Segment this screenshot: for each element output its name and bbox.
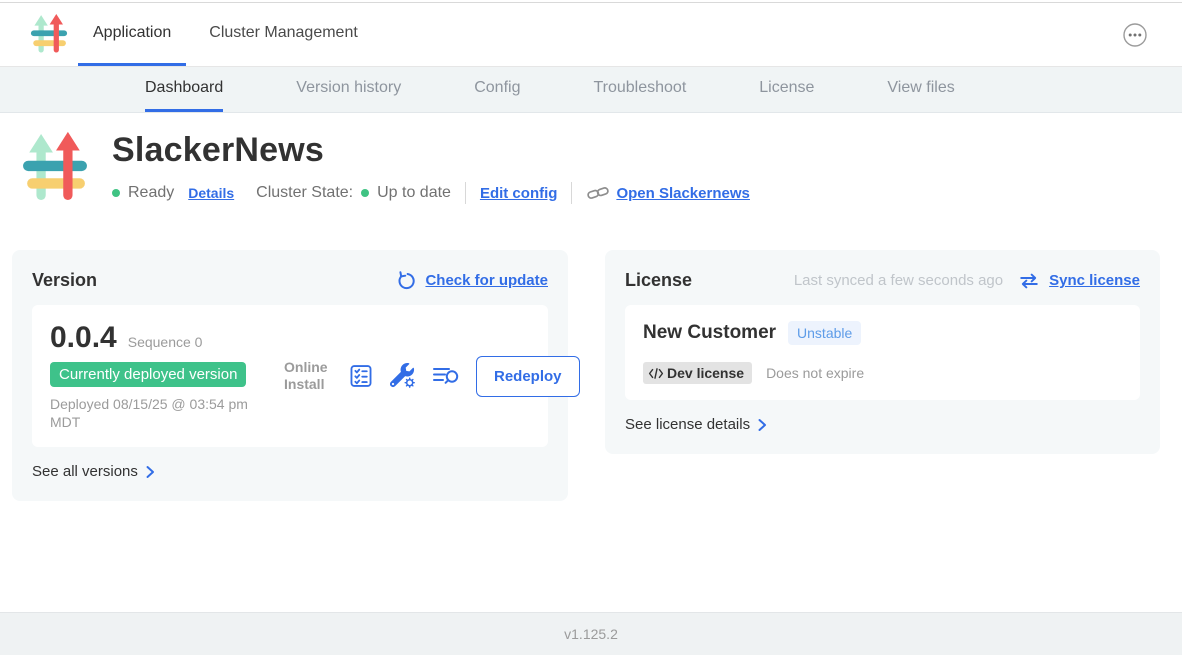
code-icon (648, 367, 664, 380)
see-all-versions-link[interactable]: See all versions (32, 463, 155, 480)
app-logo-icon (30, 14, 68, 56)
open-app-link[interactable]: Open Slackernews (586, 185, 749, 202)
subnav-version-history[interactable]: Version history (296, 67, 401, 112)
chevron-right-icon (145, 465, 155, 479)
masthead-spacer (373, 3, 1120, 66)
subnav-license-label: License (759, 79, 814, 97)
subnav-config[interactable]: Config (474, 67, 520, 112)
status-details-link[interactable]: Details (188, 185, 234, 201)
version-card: Version Check for update 0.0.4 Sequence … (12, 250, 568, 501)
app-status-dot (112, 189, 120, 197)
tab-application[interactable]: Application (78, 3, 186, 66)
subnav-dashboard-label: Dashboard (145, 79, 223, 97)
ellipsis-circle-icon (1120, 20, 1150, 50)
configure-icon (390, 363, 416, 389)
subnav-view-files[interactable]: View files (887, 67, 954, 112)
refresh-icon (396, 271, 416, 291)
edit-config-link[interactable]: Edit config (480, 185, 558, 202)
see-license-details-label: See license details (625, 416, 750, 433)
subnav-troubleshoot[interactable]: Troubleshoot (593, 67, 686, 112)
current-version-panel: 0.0.4 Sequence 0 Currently deployed vers… (32, 305, 548, 447)
app-logo-large (22, 127, 88, 211)
deployed-timestamp: Deployed 08/15/25 @ 03:54 pm MDT (50, 395, 265, 431)
chevron-right-icon (757, 418, 767, 432)
see-license-details-link[interactable]: See license details (625, 416, 767, 433)
sync-icon (1018, 271, 1040, 291)
overflow-menu-button[interactable] (1120, 20, 1150, 50)
license-card-title: License (625, 270, 692, 291)
dashboard-cards: Version Check for update 0.0.4 Sequence … (0, 211, 1182, 501)
status-divider (465, 182, 466, 204)
open-app-link-label: Open Slackernews (616, 185, 749, 202)
console-footer: v1.125.2 (0, 612, 1182, 655)
last-synced-text: Last synced a few seconds ago (794, 272, 1003, 289)
view-logs-button[interactable] (432, 364, 460, 388)
license-type-label: Dev license (667, 365, 744, 381)
app-status-row: Ready Details Cluster State: Up to date … (112, 182, 750, 204)
view-logs-icon (432, 364, 460, 388)
channel-badge: Unstable (788, 321, 861, 345)
license-expiry: Does not expire (766, 365, 864, 381)
header-tabs: Application Cluster Management (78, 3, 373, 66)
install-type-label: Online Install (284, 359, 332, 393)
subnav-dashboard[interactable]: Dashboard (145, 67, 223, 112)
version-sequence: Sequence 0 (128, 334, 203, 350)
version-card-title: Version (32, 270, 97, 291)
deployed-badge: Currently deployed version (50, 362, 246, 387)
cluster-state-label: Cluster State: (256, 184, 353, 202)
cluster-state-value: Up to date (377, 184, 451, 202)
page-title: SlackerNews (112, 131, 750, 170)
check-for-update-link[interactable]: Check for update (425, 272, 548, 289)
app-status-text: Ready (128, 184, 174, 202)
license-type-badge: Dev license (643, 362, 752, 384)
redeploy-button[interactable]: Redeploy (476, 356, 580, 397)
sync-license-link[interactable]: Sync license (1049, 272, 1140, 289)
preflight-checks-button[interactable] (348, 363, 374, 389)
preflight-checks-icon (348, 363, 374, 389)
app-hero: SlackerNews Ready Details Cluster State:… (0, 113, 1182, 211)
console-version: v1.125.2 (564, 626, 618, 642)
subnav-config-label: Config (474, 79, 520, 97)
configure-button[interactable] (390, 363, 416, 389)
customer-name: New Customer (643, 322, 776, 344)
tab-cluster-management[interactable]: Cluster Management (194, 3, 373, 66)
see-all-versions-label: See all versions (32, 463, 138, 480)
subnav-troubleshoot-label: Troubleshoot (593, 79, 686, 97)
subnav-license[interactable]: License (759, 67, 814, 112)
version-number: 0.0.4 (50, 321, 117, 355)
tab-application-label: Application (93, 24, 171, 42)
license-card: License Last synced a few seconds ago Sy… (605, 250, 1160, 454)
subnav-view-files-label: View files (887, 79, 954, 97)
tab-cluster-management-label: Cluster Management (209, 24, 358, 42)
license-panel: New Customer Unstable Dev license Does n… (625, 305, 1140, 400)
chain-link-icon (586, 185, 610, 201)
subnav-version-history-label: Version history (296, 79, 401, 97)
masthead: Application Cluster Management (0, 3, 1182, 67)
app-subnav: Dashboard Version history Config Trouble… (0, 67, 1182, 113)
cluster-state-dot (361, 189, 369, 197)
admin-console: Application Cluster Management Dashboard… (0, 0, 1182, 655)
status-divider-2 (571, 182, 572, 204)
